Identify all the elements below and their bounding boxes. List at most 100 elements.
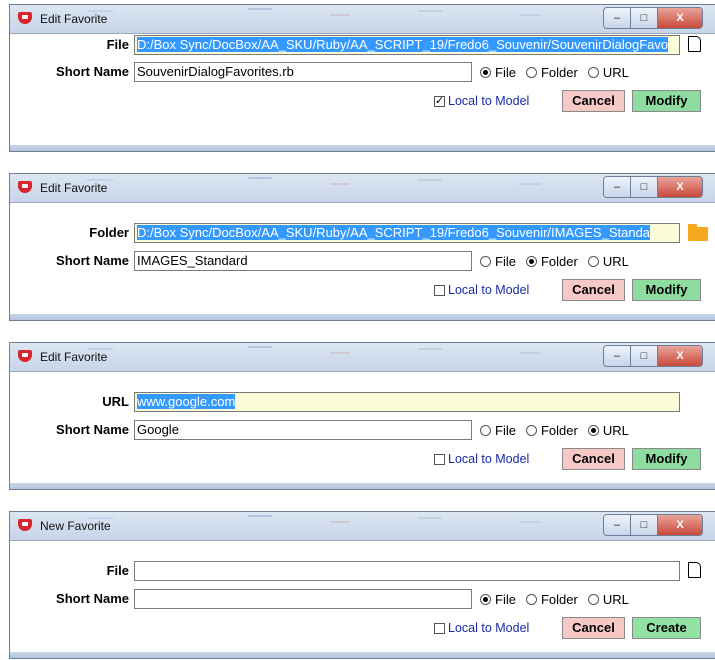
cancel-button[interactable]: Cancel (562, 279, 625, 301)
radio-url-label: URL (602, 254, 629, 269)
local-to-model-checkbox[interactable]: ✓ Local to Model (434, 94, 529, 108)
local-to-model-label: Local to Model (448, 452, 530, 466)
short-name-input[interactable]: SouvenirDialogFavorites.rb (134, 62, 472, 82)
radio-url-dot[interactable] (587, 67, 599, 78)
type-radio-group: File Folder URL (480, 254, 629, 269)
path-label: File (106, 37, 129, 52)
window-controls: – □ X (603, 176, 703, 198)
path-input[interactable]: D:/Box Sync/DocBox/AA_SKU/Ruby/AA_SCRIPT… (134, 223, 680, 243)
local-to-model-checkbox[interactable]: Local to Model (434, 452, 529, 466)
dialog-body: URL www.google.com Short Name Google Fil… (10, 371, 715, 483)
radio-file-dot[interactable] (480, 594, 491, 605)
radio-file[interactable]: File (480, 65, 516, 80)
radio-url[interactable]: URL (587, 254, 629, 269)
title-bar[interactable]: Edit Favorite – □ X (10, 343, 715, 371)
checkbox-box[interactable] (434, 453, 445, 465)
short-name-input[interactable]: Google (134, 420, 472, 440)
short-name-input[interactable] (134, 589, 472, 609)
cancel-button[interactable]: Cancel (562, 448, 625, 470)
local-to-model-label: Local to Model (448, 94, 530, 108)
modify-button[interactable]: Modify (632, 279, 701, 301)
maximize-button[interactable]: □ (631, 8, 658, 28)
minimize-button[interactable]: – (604, 515, 631, 535)
maximize-button[interactable]: □ (631, 346, 658, 366)
sketchup-app-icon (18, 181, 32, 193)
title-bar[interactable]: Edit Favorite – □ X (10, 174, 715, 202)
radio-file-label: File (495, 423, 516, 438)
checkbox-box[interactable]: ✓ (434, 95, 445, 107)
radio-folder-dot[interactable] (525, 425, 537, 436)
cancel-button[interactable]: Cancel (562, 617, 625, 639)
sketchup-app-icon (18, 519, 32, 531)
minimize-button[interactable]: – (604, 177, 631, 197)
window-title: New Favorite (40, 519, 111, 533)
checkbox-box[interactable] (434, 622, 445, 634)
radio-url[interactable]: URL (587, 592, 629, 607)
create-button[interactable]: Create (632, 617, 701, 639)
local-to-model-checkbox[interactable]: Local to Model (434, 621, 529, 635)
radio-url-dot[interactable] (587, 425, 599, 436)
dialog-body: File D:/Box Sync/DocBox/AA_SKU/Ruby/AA_S… (10, 33, 715, 145)
radio-file-label: File (495, 65, 516, 80)
new-favorite-dialog: New Favorite – □ X File Short Name File … (9, 511, 715, 659)
title-bar[interactable]: New Favorite – □ X (10, 512, 715, 540)
url-input[interactable]: www.google.com (134, 392, 680, 412)
close-button[interactable]: X (658, 346, 702, 366)
dialog-body: File Short Name File Folder URL Local to… (10, 540, 715, 652)
local-to-model-label: Local to Model (448, 283, 530, 297)
short-name-label: Short Name (56, 64, 129, 79)
file-icon[interactable] (688, 36, 701, 52)
modify-button[interactable]: Modify (632, 90, 701, 112)
radio-file[interactable]: File (480, 254, 516, 269)
title-bar[interactable]: Edit Favorite – □ X (10, 5, 715, 33)
close-button[interactable]: X (658, 177, 702, 197)
modify-button[interactable]: Modify (632, 448, 701, 470)
close-button[interactable]: X (658, 8, 702, 28)
path-input[interactable] (134, 561, 680, 581)
cancel-button[interactable]: Cancel (562, 90, 625, 112)
maximize-button[interactable]: □ (631, 515, 658, 535)
radio-file[interactable]: File (480, 423, 516, 438)
radio-file-dot[interactable] (480, 67, 491, 78)
window-controls: – □ X (603, 7, 703, 29)
checkbox-box[interactable] (434, 284, 445, 296)
path-input-value: D:/Box Sync/DocBox/AA_SKU/Ruby/AA_SCRIPT… (137, 37, 669, 52)
radio-file-label: File (495, 254, 516, 269)
short-name-label: Short Name (56, 591, 129, 606)
radio-folder-label: Folder (540, 592, 578, 607)
edit-favorite-dialog-folder: Edit Favorite – □ X Folder D:/Box Sync/D… (9, 173, 715, 321)
radio-folder-dot[interactable] (525, 594, 537, 605)
radio-url-label: URL (602, 65, 629, 80)
dialog-body: Folder D:/Box Sync/DocBox/AA_SKU/Ruby/AA… (10, 202, 715, 314)
radio-file-dot[interactable] (480, 256, 491, 267)
radio-folder[interactable]: Folder (525, 423, 578, 438)
radio-file-dot[interactable] (480, 425, 491, 436)
folder-icon[interactable] (688, 224, 708, 241)
short-name-label: Short Name (56, 253, 129, 268)
minimize-button[interactable]: – (604, 346, 631, 366)
radio-file[interactable]: File (480, 592, 516, 607)
radio-folder-dot[interactable] (525, 256, 537, 267)
minimize-button[interactable]: – (604, 8, 631, 28)
radio-url[interactable]: URL (587, 423, 629, 438)
path-input-value: D:/Box Sync/DocBox/AA_SKU/Ruby/AA_SCRIPT… (137, 225, 651, 240)
maximize-button[interactable]: □ (631, 177, 658, 197)
short-name-input[interactable]: IMAGES_Standard (134, 251, 472, 271)
radio-file-label: File (495, 592, 516, 607)
edit-favorite-dialog-url: Edit Favorite – □ X URL www.google.com S… (9, 342, 715, 490)
window-title: Edit Favorite (40, 350, 108, 364)
file-icon[interactable] (688, 562, 701, 578)
window-controls: – □ X (603, 514, 703, 536)
radio-folder-dot[interactable] (525, 67, 537, 78)
radio-folder[interactable]: Folder (525, 65, 578, 80)
type-radio-group: File Folder URL (480, 65, 629, 80)
path-input[interactable]: D:/Box Sync/DocBox/AA_SKU/Ruby/AA_SCRIPT… (134, 35, 680, 55)
radio-folder[interactable]: Folder (525, 254, 578, 269)
radio-url[interactable]: URL (587, 65, 629, 80)
radio-url-dot[interactable] (587, 594, 599, 605)
radio-folder[interactable]: Folder (525, 592, 578, 607)
radio-url-dot[interactable] (587, 256, 599, 267)
close-button[interactable]: X (658, 515, 702, 535)
type-radio-group: File Folder URL (480, 592, 629, 607)
local-to-model-checkbox[interactable]: Local to Model (434, 283, 529, 297)
